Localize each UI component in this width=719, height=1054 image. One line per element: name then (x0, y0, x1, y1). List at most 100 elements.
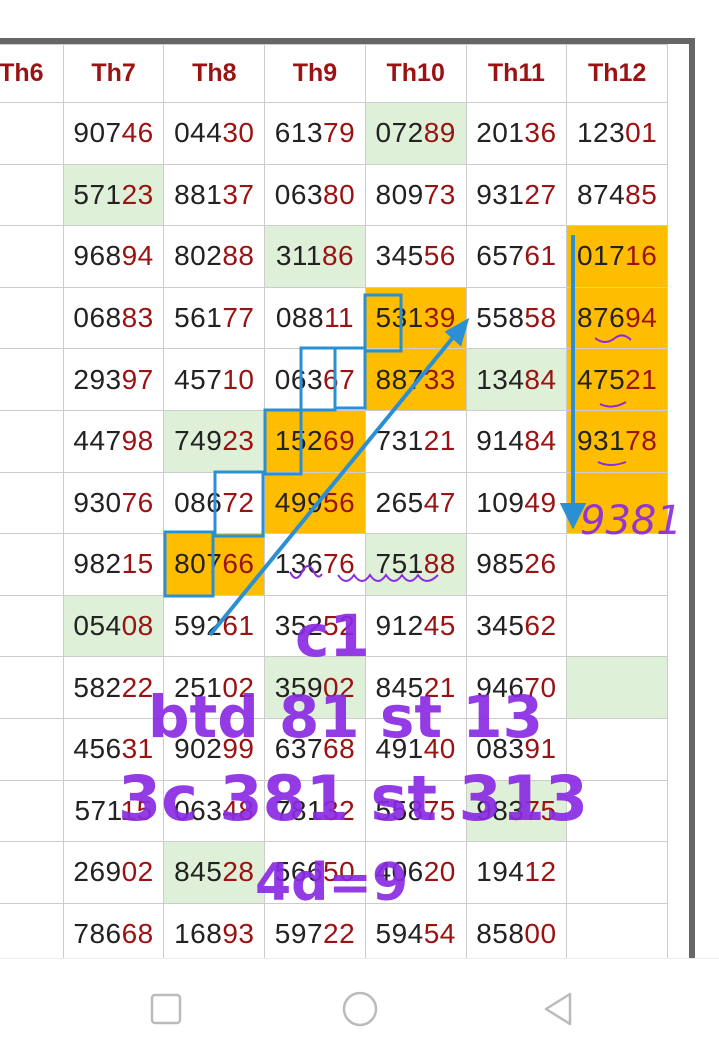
cell-number-head: 447 (73, 425, 122, 457)
table-cell: 26902 (62, 841, 165, 904)
recent-apps-icon[interactable] (146, 989, 186, 1029)
cell-number-tail: 93 (222, 918, 255, 950)
table-cell: 56177 (163, 286, 266, 350)
annotation-4d: 4d=9 (255, 853, 409, 913)
table-cell: 61379 (264, 102, 366, 165)
table-cell: 19412 (465, 841, 568, 904)
table-cell (566, 656, 668, 719)
cell-number-head: 912 (375, 610, 424, 642)
cell-number-head: 571 (74, 794, 121, 826)
cell-number-tail: 10 (222, 363, 255, 395)
table-cell (0, 225, 64, 288)
cell-number-head: 907 (73, 117, 122, 149)
cell-number-head: 807 (174, 548, 223, 580)
cell-number-head: 968 (73, 240, 122, 272)
cell-number-tail: 88 (423, 548, 456, 580)
cell-number-tail: 86 (321, 240, 355, 272)
cell-number-tail: 00 (524, 918, 557, 950)
cell-number-head: 931 (576, 425, 626, 457)
home-icon[interactable] (340, 989, 380, 1029)
cell-number-head: 136 (274, 548, 324, 580)
cell-number-head: 874 (576, 178, 626, 210)
cell-number-head: 582 (73, 671, 122, 703)
cell-number-tail: 58 (524, 302, 557, 334)
cell-number-tail: 21 (625, 363, 658, 395)
table-cell: 45710 (163, 348, 266, 411)
table-cell: 80766 (163, 533, 266, 596)
cell-number-tail: 11 (324, 302, 355, 334)
table-cell: 29397 (62, 348, 165, 411)
cell-number-tail: 30 (222, 117, 255, 149)
table-cell: 93127 (465, 163, 568, 227)
cell-number-head: 475 (576, 363, 626, 395)
table-cell (0, 533, 64, 596)
cell-number-tail: 83 (121, 302, 154, 334)
cell-number-tail: 56 (423, 240, 456, 272)
cell-number-tail: 02 (121, 856, 154, 888)
cell-number-tail: 49 (524, 486, 557, 518)
cell-number-tail: 62 (524, 610, 557, 642)
cell-number-head: 072 (375, 117, 424, 149)
table-cell: 31186 (264, 225, 366, 288)
table-cell: 05408 (62, 594, 165, 658)
table-cell: 08672 (163, 471, 266, 535)
table-cell (0, 902, 64, 958)
cell-number-head: 068 (73, 302, 122, 334)
cell-number-head: 881 (174, 178, 223, 210)
cell-number-tail: 76 (323, 548, 356, 580)
column-header: Th10 (364, 44, 467, 103)
cell-number-head: 982 (73, 548, 122, 580)
cell-number-head: 457 (174, 363, 223, 395)
cell-number-head: 345 (476, 610, 525, 642)
cell-number-head: 613 (274, 117, 324, 149)
cell-number-tail: 27 (524, 178, 557, 210)
cell-number-head: 044 (174, 117, 223, 149)
table-cell (0, 656, 64, 719)
cell-number-tail: 12 (524, 856, 557, 888)
cell-number-tail: 98 (121, 425, 154, 457)
table-cell: 73121 (364, 409, 467, 473)
back-icon[interactable] (538, 989, 578, 1029)
table-cell: 13676 (264, 533, 366, 596)
cell-number-head: 809 (375, 178, 424, 210)
cell-number-tail: 23 (121, 178, 154, 210)
cell-number-tail: 78 (625, 425, 658, 457)
cell-number-head: 269 (73, 856, 122, 888)
column-header: Th11 (465, 44, 568, 103)
cell-number-tail: 26 (524, 548, 557, 580)
table-cell: 01716 (566, 225, 668, 288)
cell-number-head: 930 (73, 486, 122, 518)
cell-number-head: 845 (174, 856, 223, 888)
cell-number-head: 597 (274, 918, 324, 950)
cell-number-head: 152 (274, 425, 324, 457)
cell-number-tail: 33 (423, 363, 456, 395)
cell-number-tail: 72 (222, 486, 255, 518)
cell-number-head: 054 (73, 610, 122, 642)
annotation-btd: btd 81 st 13 (148, 683, 544, 751)
column-header: Th6 (0, 44, 64, 103)
cell-number-head: 293 (73, 363, 122, 395)
cell-number-head: 876 (576, 302, 626, 334)
table-cell: 49956 (264, 471, 366, 535)
table-cell: 04430 (163, 102, 266, 165)
cell-number-head: 456 (73, 733, 122, 765)
cell-number-head: 931 (476, 178, 525, 210)
cell-number-tail: 66 (222, 548, 255, 580)
cell-number-head: 265 (375, 486, 424, 518)
table-cell: 06367 (264, 348, 366, 411)
column-header: Th12 (566, 44, 668, 103)
table-cell: 06883 (62, 286, 165, 350)
cell-number-head: 088 (275, 302, 325, 334)
table-row: 93076 08672 49956 26547 10949 (0, 471, 668, 535)
table-cell: 93178 (566, 409, 668, 473)
table-cell: 26547 (364, 471, 467, 535)
cell-number-head: 594 (375, 918, 424, 950)
cell-number-head: 345 (375, 240, 424, 272)
table-cell: 34562 (465, 594, 568, 658)
table-cell (0, 286, 64, 350)
android-navigation-bar (0, 958, 719, 1054)
table-cell: 98215 (62, 533, 165, 596)
cell-number-tail: 21 (423, 425, 456, 457)
table-cell: 88137 (163, 163, 266, 227)
table-cell: 16893 (163, 902, 266, 958)
